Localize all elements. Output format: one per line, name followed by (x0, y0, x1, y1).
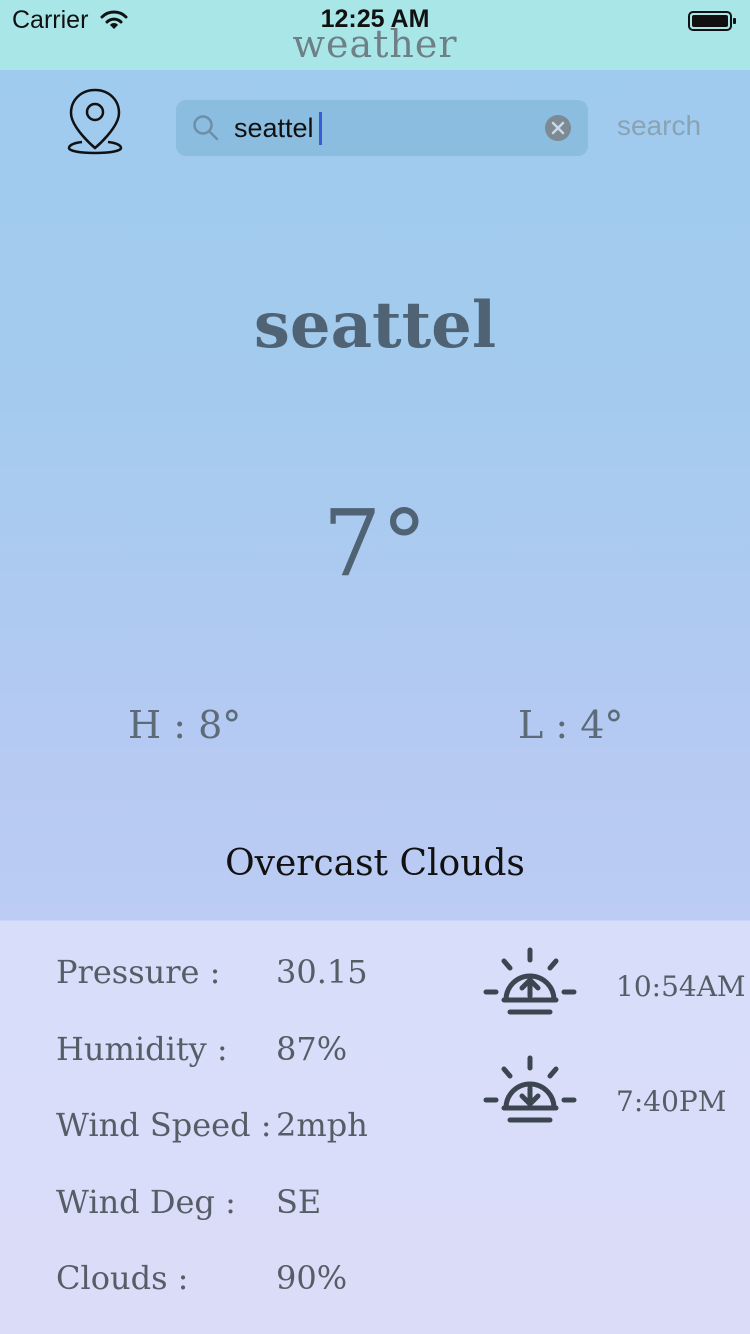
detail-label: Humidity : (56, 1030, 228, 1068)
current-location-button[interactable] (38, 86, 128, 182)
detail-row-humidity: Humidity : 87% (56, 1030, 456, 1070)
search-field[interactable] (176, 100, 588, 156)
sunset-icon-attribution (482, 1138, 534, 1146)
detail-value: SE (276, 1183, 322, 1221)
detail-value: 90% (276, 1259, 348, 1297)
text-cursor (319, 112, 322, 145)
sunrise-time: 10:54AM (616, 970, 746, 1003)
detail-row-wind-deg: Wind Deg : SE (56, 1183, 456, 1223)
detail-label: Pressure : (56, 953, 221, 991)
location-icon-attribution (40, 170, 84, 180)
city-name: seattel (253, 288, 497, 363)
clear-icon[interactable] (543, 113, 573, 143)
search-input[interactable] (234, 108, 534, 148)
high-temperature: H : 8° (128, 703, 242, 747)
detail-value: 30.15 (276, 953, 368, 991)
detail-label: Clouds : (56, 1259, 189, 1297)
current-temperature: 7° (322, 490, 428, 597)
search-button[interactable]: search (604, 110, 714, 150)
detail-label: Wind Speed : (56, 1106, 272, 1144)
detail-label: Wind Deg : (56, 1183, 236, 1221)
search-icon (193, 115, 219, 141)
detail-row-wind-speed: Wind Speed : 2mph (56, 1106, 456, 1146)
sunset-time: 7:40PM (616, 1085, 727, 1118)
sunset-icon (483, 1055, 577, 1123)
app-title: weather (292, 22, 458, 66)
detail-value: 2mph (276, 1106, 368, 1144)
weather-condition: Overcast Clouds (225, 843, 525, 884)
detail-row-pressure: Pressure : 30.15 (56, 953, 456, 993)
low-temperature: L : 4° (518, 703, 624, 747)
location-pin-icon (67, 88, 123, 155)
detail-value: 87% (276, 1030, 348, 1068)
status-bar: Carrier 12:25 AM weather (0, 0, 750, 70)
sunrise-icon (483, 947, 577, 1015)
detail-row-clouds: Clouds : 90% (56, 1259, 456, 1299)
sunrise-icon-attribution (482, 1030, 534, 1038)
